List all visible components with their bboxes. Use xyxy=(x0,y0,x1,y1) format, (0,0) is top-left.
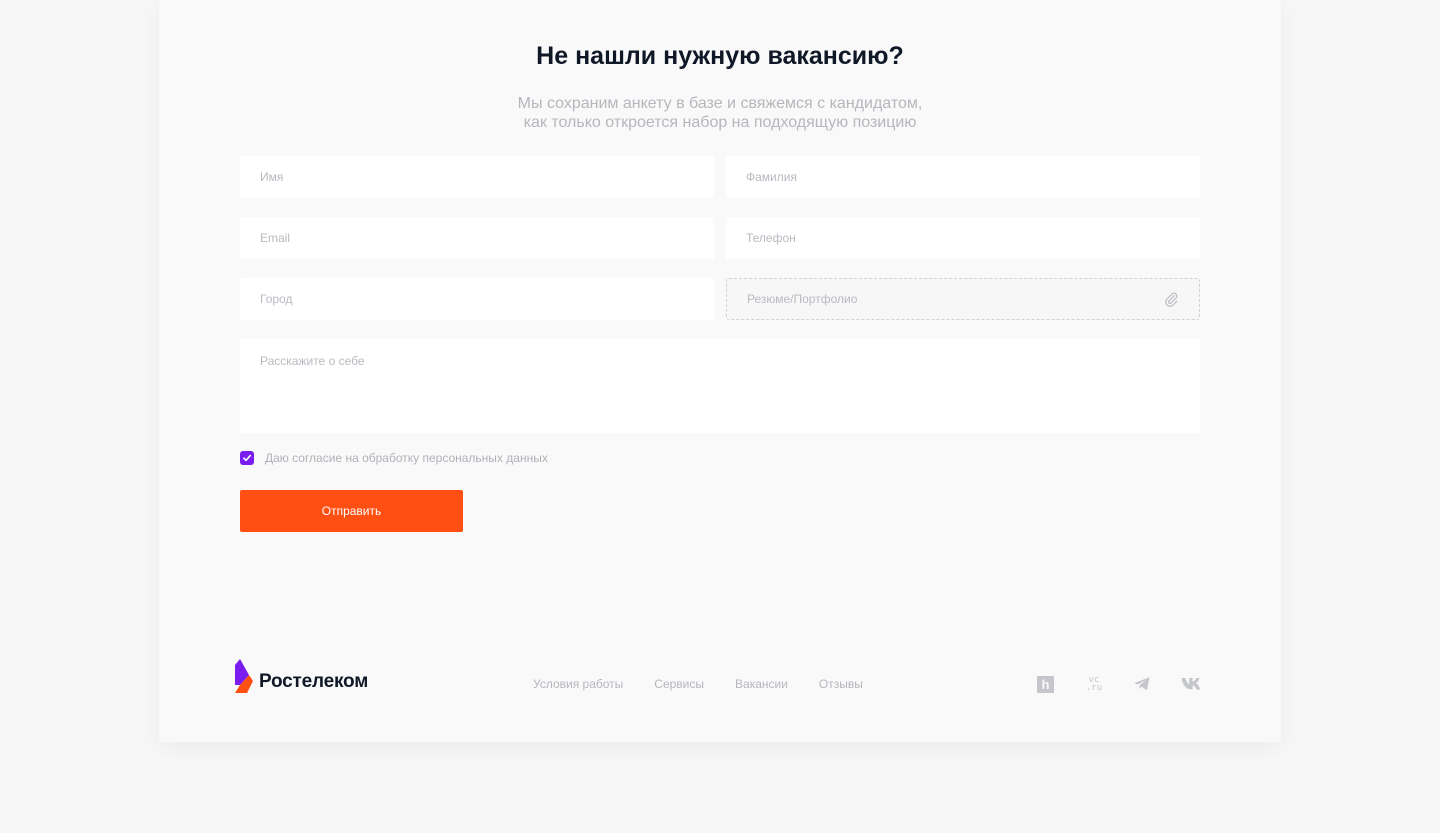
about-field-wrap xyxy=(240,339,1200,433)
footer-link-vacancies[interactable]: Вакансии xyxy=(735,677,788,691)
vacancy-form-card: Не нашли нужную вакансию? Мы сохраним ан… xyxy=(159,0,1281,742)
social-link-telegram[interactable] xyxy=(1133,675,1181,693)
footer-link-services[interactable]: Сервисы xyxy=(654,677,704,691)
footer-link-reviews[interactable]: Отзывы xyxy=(819,677,863,691)
social-link-vc[interactable]: vc .ru xyxy=(1085,675,1133,693)
telegram-icon xyxy=(1134,677,1150,691)
city-input[interactable] xyxy=(240,278,714,320)
email-field-wrap xyxy=(240,217,714,259)
resume-upload-field[interactable]: Резюме/Портфолио xyxy=(726,278,1200,320)
social-link-vk[interactable] xyxy=(1181,675,1229,693)
last-name-input[interactable] xyxy=(726,156,1200,198)
consent-checkbox[interactable] xyxy=(240,451,254,465)
rostelecom-logo-icon xyxy=(235,659,253,693)
vc-icon-line-2: .ru xyxy=(1085,683,1103,693)
city-field-wrap xyxy=(240,278,714,320)
submit-button[interactable]: Отправить xyxy=(240,490,463,532)
resume-upload-label: Резюме/Портфолио xyxy=(747,292,858,306)
email-input[interactable] xyxy=(240,217,714,259)
subtitle-line-1: Мы сохраним анкету в базе и свяжемся с к… xyxy=(517,95,923,112)
page-title: Не нашли нужную вакансию? xyxy=(536,42,904,70)
vc-ru-icon: vc .ru xyxy=(1085,676,1103,693)
last-name-field-wrap xyxy=(726,156,1200,198)
paperclip-icon xyxy=(1165,292,1178,307)
consent-row: Даю согласие на обработку персональных д… xyxy=(240,451,548,465)
subtitle-line-2: как только откроется набор на подходящую… xyxy=(523,114,917,131)
page-subtitle: Мы сохраним анкету в базе и свяжемся с к… xyxy=(159,94,1281,132)
consent-label: Даю согласие на обработку персональных д… xyxy=(265,451,548,465)
vk-icon xyxy=(1181,678,1201,690)
first-name-field-wrap xyxy=(240,156,714,198)
about-textarea[interactable] xyxy=(240,339,1200,433)
phone-field-wrap xyxy=(726,217,1200,259)
social-link-hh[interactable]: h xyxy=(1037,675,1085,693)
brand-name: Ростелеком xyxy=(259,671,369,692)
footer-logo[interactable]: Ростелеком xyxy=(235,659,368,693)
hh-icon: h xyxy=(1037,675,1054,693)
footer-link-conditions[interactable]: Условия работы xyxy=(533,677,623,691)
phone-input[interactable] xyxy=(726,217,1200,259)
checkmark-icon xyxy=(243,454,252,462)
first-name-input[interactable] xyxy=(240,156,714,198)
footer-nav: Условия работы Сервисы Вакансии Отзывы xyxy=(533,677,863,691)
social-links: h vc .ru xyxy=(1037,675,1229,693)
